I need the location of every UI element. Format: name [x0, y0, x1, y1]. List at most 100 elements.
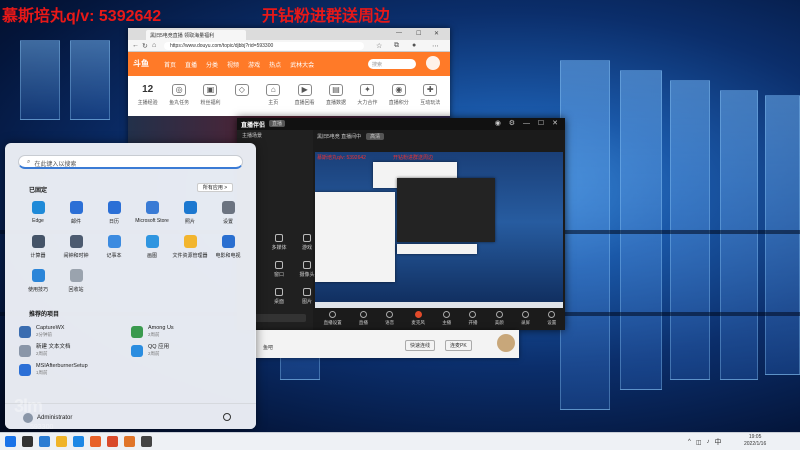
- broadcast-icon: [469, 311, 477, 318]
- app-label: 回收站: [68, 287, 84, 293]
- pinned-app-tips[interactable]: 使用技巧: [19, 269, 57, 293]
- stream-preview[interactable]: 慕斯培丸q/v: 5392642 开钻粉进群送周边: [315, 152, 563, 308]
- bottom-btn-voice[interactable]: 语音: [385, 311, 394, 330]
- feature-item[interactable]: ✚ 互动玩法: [417, 84, 443, 116]
- volume-icon[interactable]: ♪: [707, 439, 710, 445]
- recommended-item[interactable]: QQ 应用 2周前: [131, 344, 243, 357]
- bottom-btn-record[interactable]: 录屏: [521, 311, 530, 330]
- favorites-icon[interactable]: ☆: [376, 42, 382, 50]
- bottom-btn-start[interactable]: 开播: [468, 311, 477, 330]
- quick-connect-button[interactable]: 快速连线: [405, 340, 436, 351]
- url-field[interactable]: https://www.douyu.com/topic/djbbj?rid=59…: [164, 42, 364, 50]
- nav-item[interactable]: 首页: [164, 60, 176, 69]
- tool-desktop[interactable]: 桌面: [265, 288, 293, 305]
- pinned-app-paint[interactable]: 画图: [133, 235, 171, 259]
- browser-tab[interactable]: 黑旧5电竞直播 领取海量福利: [146, 30, 246, 40]
- network-icon[interactable]: ◫: [696, 439, 702, 446]
- bottom-btn-config[interactable]: 设置: [547, 311, 556, 330]
- bottom-btn-live[interactable]: 直播: [359, 311, 368, 330]
- collections-icon[interactable]: ⧉: [394, 42, 399, 50]
- gear-icon: [548, 311, 556, 318]
- minimize-icon[interactable]: —: [396, 30, 402, 36]
- pinned-app-clock[interactable]: 闹钟和时钟: [57, 235, 95, 259]
- pinned-app-settings[interactable]: 设置: [209, 201, 247, 225]
- power-icon[interactable]: [223, 413, 231, 421]
- pinned-app-edge[interactable]: Edge: [19, 201, 57, 225]
- nav-item[interactable]: 分类: [206, 60, 218, 69]
- bottom-btn-mic[interactable]: 麦克风: [411, 311, 425, 330]
- feature-item[interactable]: ⌂ 主页: [260, 84, 286, 116]
- site-search-input[interactable]: 搜索: [368, 59, 416, 69]
- douyu-icon[interactable]: [90, 436, 101, 447]
- pinned-app-movies[interactable]: 电影和电视: [209, 235, 247, 259]
- chat-strip-window[interactable]: 鱼吧 快速连线 连麦PK: [255, 330, 519, 358]
- pinned-app-notepad[interactable]: 记事本: [95, 235, 133, 259]
- feature-item[interactable]: ✦ 大力合作: [354, 84, 380, 116]
- nav-item[interactable]: 游戏: [248, 60, 260, 69]
- live-companion-window[interactable]: 直播伴侣 直播 ◉ ⚙ — ☐ ✕ 主播场景 多媒体 游戏 窗口 摄像头 桌面 …: [237, 118, 565, 330]
- feature-item[interactable]: ▶ 直播回看: [292, 84, 318, 116]
- nav-item[interactable]: 热点: [269, 60, 281, 69]
- clock[interactable]: 19:05 2022/1/16: [744, 434, 766, 448]
- pinned-app-calendar[interactable]: 日历: [95, 201, 133, 225]
- pinned-app-explorer[interactable]: 文件资源管理器: [171, 235, 209, 259]
- profile-icon[interactable]: ●: [412, 42, 416, 49]
- start-icon[interactable]: [5, 436, 16, 447]
- task-view-icon[interactable]: [39, 436, 50, 447]
- recommended-item[interactable]: 新建 文本文档 2周前: [19, 344, 131, 357]
- recommended-item[interactable]: CaptureWX 2分钟前: [19, 325, 131, 338]
- refresh-icon[interactable]: ↻: [142, 42, 148, 50]
- home-icon[interactable]: ⌂: [152, 42, 156, 49]
- file-explorer-icon[interactable]: [56, 436, 67, 447]
- start-search-input[interactable]: ⌕ 在此键入以搜索: [18, 155, 243, 169]
- feature-item[interactable]: ◎ 鱼丸任务: [166, 84, 192, 116]
- feature-item[interactable]: ▤ 直播数据: [323, 84, 349, 116]
- strip-label[interactable]: 鱼吧: [263, 344, 273, 351]
- pinned-app-mail[interactable]: 邮件: [57, 201, 95, 225]
- tool-window[interactable]: 窗口: [265, 261, 293, 278]
- site-logo[interactable]: 斗鱼: [133, 58, 149, 69]
- pinned-app-calculator[interactable]: 计算器: [19, 235, 57, 259]
- recommended-item[interactable]: MSIAfterburnerSetup 1周前: [19, 363, 131, 376]
- live-companion-icon[interactable]: [107, 436, 118, 447]
- bottom-btn-settings[interactable]: 直播设置: [324, 311, 342, 330]
- pinned-app-store[interactable]: Microsoft Store: [133, 201, 171, 225]
- site-avatar[interactable]: [426, 56, 440, 70]
- nav-item[interactable]: 视频: [227, 60, 239, 69]
- scene-label[interactable]: 主播场景: [237, 130, 313, 141]
- app-icon[interactable]: [124, 436, 135, 447]
- edge-icon[interactable]: [73, 436, 84, 447]
- feature-item[interactable]: 12 主播经验: [135, 84, 161, 116]
- pinned-app-recycle[interactable]: 回收站: [57, 269, 95, 293]
- maximize-icon[interactable]: ☐: [416, 30, 421, 37]
- more-icon[interactable]: ⋯: [432, 42, 439, 50]
- nav-item[interactable]: 武林大会: [290, 60, 314, 69]
- search-icon[interactable]: [22, 436, 33, 447]
- tray-expand-icon[interactable]: ^: [688, 439, 691, 445]
- back-icon[interactable]: ←: [132, 42, 139, 49]
- pinned-app-photos[interactable]: 照片: [171, 201, 209, 225]
- bottom-btn-beauty[interactable]: 美颜: [495, 311, 504, 330]
- pk-button[interactable]: 连麦PK: [445, 340, 472, 351]
- close-icon[interactable]: ✕: [434, 30, 439, 37]
- preview-obs: [397, 178, 495, 242]
- tool-label: 多媒体: [271, 245, 287, 251]
- feature-item[interactable]: ▣ 粉丝福利: [197, 84, 223, 116]
- feature-item[interactable]: ◉ 直播积分: [386, 84, 412, 116]
- quality-select[interactable]: 高清: [366, 133, 385, 140]
- preview-taskbar: [315, 302, 563, 308]
- bottom-btn-host[interactable]: 主播: [442, 311, 451, 330]
- tool-media[interactable]: 多媒体: [265, 234, 293, 251]
- app-icon[interactable]: [141, 436, 152, 447]
- stream-title[interactable]: 黑旧5电竞 直播间中: [317, 133, 361, 140]
- window-controls[interactable]: ◉ ⚙ — ☐ ✕: [495, 119, 561, 127]
- all-apps-button[interactable]: 所有应用 >: [197, 183, 233, 192]
- microphone-icon: [414, 311, 422, 318]
- rec-title: CaptureWX: [36, 325, 65, 331]
- points-icon: ◉: [391, 84, 406, 96]
- ime-indicator[interactable]: 中: [715, 437, 722, 447]
- nav-item[interactable]: 直播: [185, 60, 197, 69]
- feature-item[interactable]: ◇: [229, 84, 255, 116]
- recommended-item[interactable]: Among Us 2周前: [131, 325, 243, 338]
- avatar[interactable]: [497, 334, 515, 352]
